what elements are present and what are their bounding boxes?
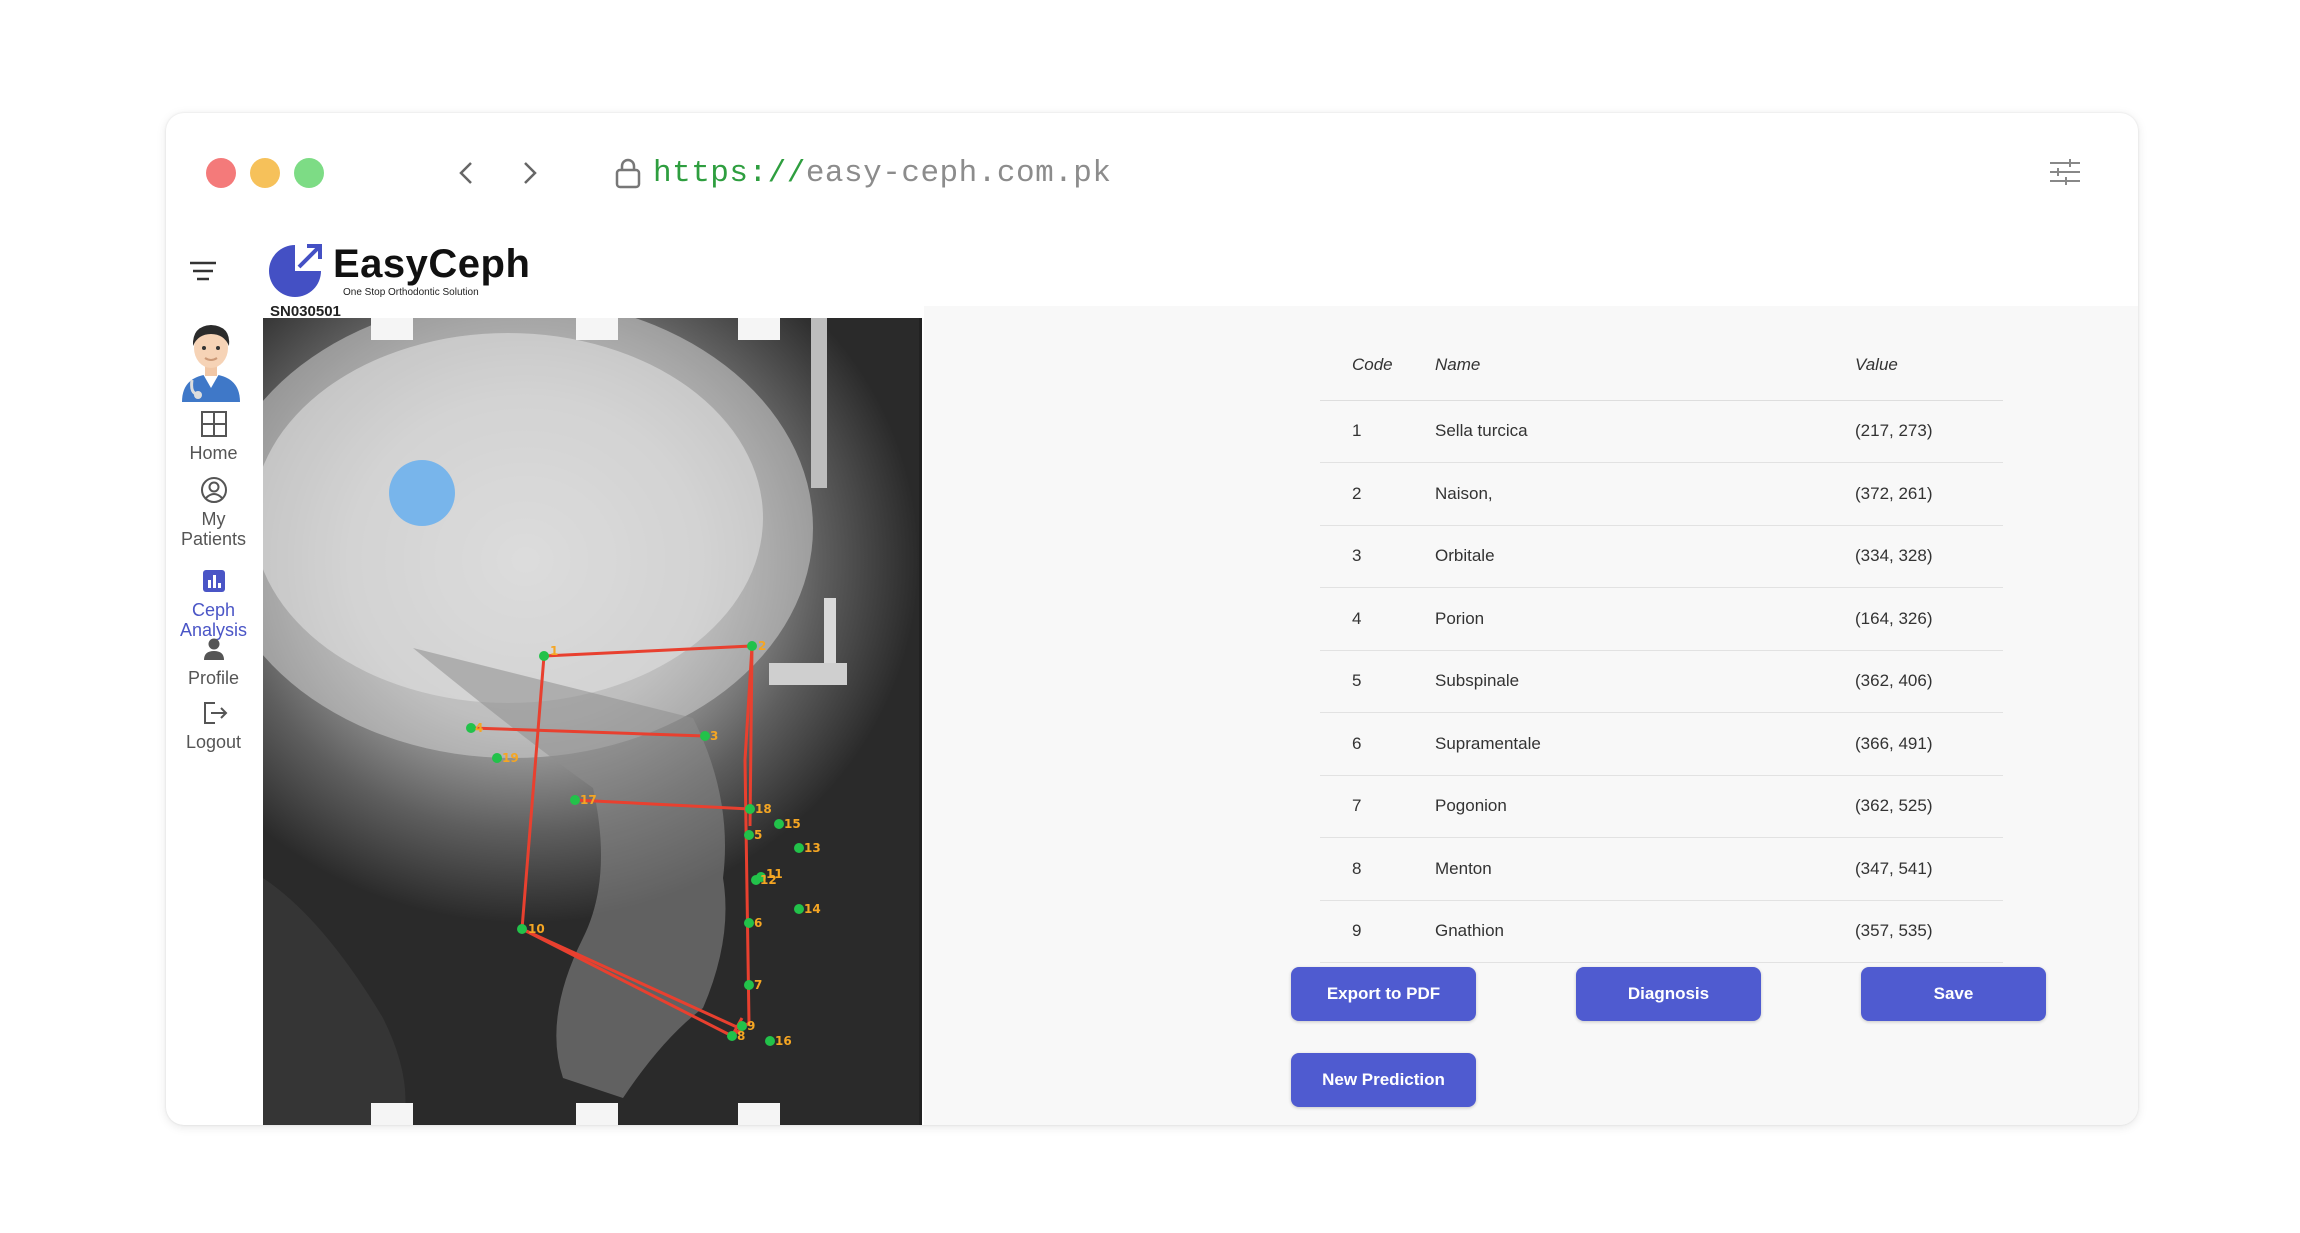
cell-code: 7 xyxy=(1320,775,1435,838)
cell-value: (217, 273) xyxy=(1855,400,2003,463)
column-header-value: Value xyxy=(1855,330,2003,401)
hamburger-menu-icon[interactable] xyxy=(188,260,218,282)
landmark-label: 16 xyxy=(775,1034,792,1048)
landmark-label: 1 xyxy=(550,644,558,658)
cell-value: (334, 328) xyxy=(1855,525,2003,588)
sidebar-item-label: Home xyxy=(189,443,238,463)
landmark-label: 14 xyxy=(804,902,821,916)
cell-value: (347, 541) xyxy=(1855,837,2003,901)
landmark-table: Code Name Value 1 Sella turcica (217, 27… xyxy=(1320,330,2003,963)
cell-value: (366, 491) xyxy=(1855,712,2003,776)
url-protocol: https:// xyxy=(653,155,806,191)
cell-name: Sella turcica xyxy=(1435,400,1855,463)
cell-code: 6 xyxy=(1320,712,1435,776)
sidebar-item-label: My xyxy=(201,509,226,529)
back-arrow-icon[interactable] xyxy=(451,157,483,189)
logo-icon xyxy=(269,244,322,297)
table-row[interactable]: 9 Gnathion (357, 535) xyxy=(1320,900,2003,963)
cell-name: Porion xyxy=(1435,587,1855,651)
cell-code: 1 xyxy=(1320,400,1435,463)
table-row[interactable]: 3 Orbitale (334, 328) xyxy=(1320,525,2003,588)
cell-name: Menton xyxy=(1435,837,1855,901)
logo-name: EasyCeph xyxy=(333,242,531,286)
landmark-label: 19 xyxy=(502,751,519,765)
settings-sliders-icon[interactable] xyxy=(2048,157,2082,187)
cell-code: 5 xyxy=(1320,650,1435,713)
cell-name: Orbitale xyxy=(1435,525,1855,588)
cell-code: 3 xyxy=(1320,525,1435,588)
sidebar-item-profile[interactable]: Profile xyxy=(166,634,261,688)
doctor-avatar[interactable] xyxy=(176,318,246,402)
sidebar-item-home[interactable]: Home xyxy=(166,409,261,463)
logo-tagline: One Stop Orthodontic Solution xyxy=(343,287,479,298)
cell-value: (362, 406) xyxy=(1855,650,2003,713)
column-header-code: Code xyxy=(1320,330,1435,401)
landmark-label: 6 xyxy=(754,916,762,930)
cephalometric-xray-image[interactable]: 1 2 3 4 5 6 7 8 9 10 11 12 13 14 15 16 1… xyxy=(263,318,922,1125)
cell-value: (164, 326) xyxy=(1855,587,2003,651)
cell-name: Supramentale xyxy=(1435,712,1855,776)
cell-code: 9 xyxy=(1320,900,1435,963)
cell-code: 4 xyxy=(1320,587,1435,651)
cell-value: (357, 535) xyxy=(1855,900,2003,963)
table-row[interactable]: 1 Sella turcica (217, 273) xyxy=(1320,400,2003,463)
landmark-label: 13 xyxy=(804,841,821,855)
table-row[interactable]: 8 Menton (347, 541) xyxy=(1320,837,2003,901)
address-bar[interactable]: https://easy-ceph.com.pk xyxy=(615,153,1111,193)
landmark-label: 8 xyxy=(737,1029,745,1043)
landmark-label: 3 xyxy=(710,729,718,743)
sidebar-item-my-patients[interactable]: My Patients xyxy=(166,475,261,549)
sidebar-item-ceph-analysis[interactable]: Ceph Analysis xyxy=(166,566,261,640)
export-pdf-button-main[interactable]: Export to PDF xyxy=(1291,967,1476,1021)
table-row[interactable]: 6 Supramentale (366, 491) xyxy=(1320,712,2003,776)
landmark-label: 15 xyxy=(784,817,801,831)
close-window-button[interactable] xyxy=(206,158,236,188)
url-host: easy-ceph.com.pk xyxy=(805,155,1112,191)
user-circle-icon xyxy=(200,477,227,503)
table-row[interactable]: 2 Naison, (372, 261) xyxy=(1320,462,2003,526)
new-prediction-button[interactable]: New Prediction xyxy=(1291,1053,1476,1107)
table-row[interactable]: 5 Subspinale (362, 406) xyxy=(1320,650,2003,713)
landmark-label: 17 xyxy=(580,793,597,807)
save-button[interactable]: Save xyxy=(1861,967,2046,1021)
landmark-label: 12 xyxy=(760,873,777,887)
diagnosis-button[interactable]: Diagnosis xyxy=(1576,967,1761,1021)
sidebar-item-label: Profile xyxy=(187,668,240,688)
person-icon xyxy=(203,638,224,660)
logout-icon xyxy=(203,702,227,724)
landmark-label: 10 xyxy=(528,922,545,936)
cell-name: Naison, xyxy=(1435,462,1855,526)
landmark-label: 18 xyxy=(755,802,772,816)
cell-code: 2 xyxy=(1320,462,1435,526)
table-header-row: Code Name Value xyxy=(1320,330,2003,401)
cell-value: (372, 261) xyxy=(1855,462,2003,526)
xray-overlay: 1 2 3 4 5 6 7 8 9 10 11 12 13 14 15 16 1… xyxy=(263,318,847,1125)
maximize-window-button[interactable] xyxy=(294,158,324,188)
image-id-label: SN030501 xyxy=(270,303,341,320)
cell-name: Subspinale xyxy=(1435,650,1855,713)
cell-value: (362, 525) xyxy=(1855,775,2003,838)
grid-icon xyxy=(200,411,227,437)
forward-arrow-icon[interactable] xyxy=(513,157,545,189)
cell-name: Gnathion xyxy=(1435,900,1855,963)
landmark-label: 7 xyxy=(754,978,762,992)
table-row[interactable]: 4 Porion (164, 326) xyxy=(1320,587,2003,651)
cell-name: Pogonion xyxy=(1435,775,1855,838)
lock-icon xyxy=(615,158,641,189)
sidebar-item-label: Logout xyxy=(185,732,242,752)
landmark-label: 4 xyxy=(475,721,483,735)
sidebar-item-label: Patients xyxy=(180,529,247,549)
landmark-label: 5 xyxy=(754,828,762,842)
table-row[interactable]: 7 Pogonion (362, 525) xyxy=(1320,775,2003,838)
minimize-window-button[interactable] xyxy=(250,158,280,188)
sidebar-item-logout[interactable]: Logout xyxy=(166,698,261,752)
column-header-name: Name xyxy=(1435,330,1855,401)
landmark-label: 2 xyxy=(758,639,766,653)
cell-code: 8 xyxy=(1320,837,1435,901)
landmark-label: 9 xyxy=(747,1019,755,1033)
bar-chart-icon xyxy=(202,570,225,592)
browser-window: https://easy-ceph.com.pk Home My Patient… xyxy=(166,113,2138,1125)
sidebar-item-label: Ceph xyxy=(191,600,236,620)
